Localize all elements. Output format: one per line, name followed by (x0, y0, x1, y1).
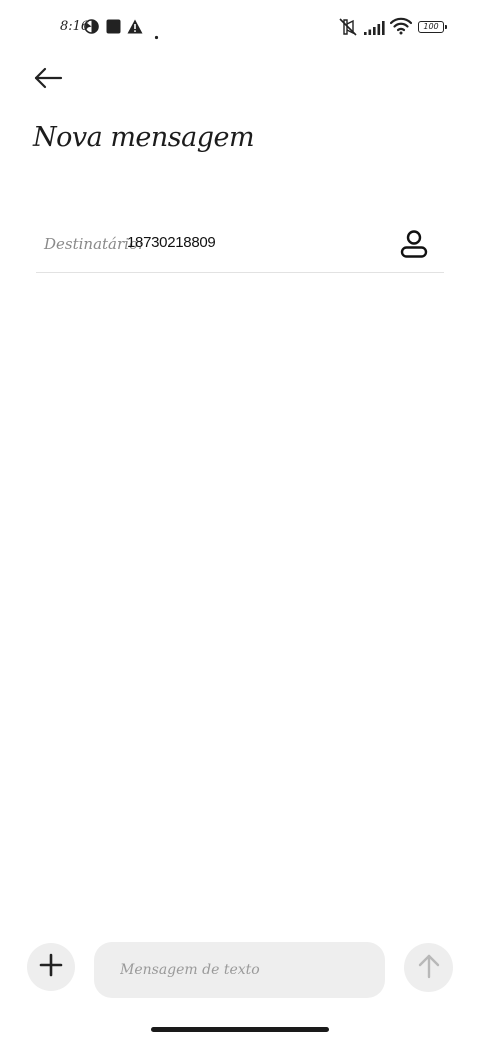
recipient-value[interactable]: 18730218809 (127, 234, 216, 251)
send-button[interactable] (404, 943, 453, 992)
person-icon (398, 230, 430, 264)
new-message-screen: 8:16 100 Nova mensagem Destinatário: 187… (0, 0, 480, 1040)
battery-icon: 100 (418, 21, 447, 33)
contact-picker-button[interactable] (398, 228, 430, 260)
warning-icon (127, 19, 143, 38)
status-bar: 8:16 100 (0, 14, 480, 42)
dot-icon (154, 25, 159, 44)
back-button[interactable] (30, 64, 66, 96)
recipient-field[interactable]: Destinatário: 18730218809 (36, 218, 444, 273)
signal-icon (364, 20, 386, 39)
attach-button[interactable] (27, 943, 75, 991)
stop-icon (106, 19, 121, 38)
mute-icon (338, 17, 358, 41)
page-title: Nova mensagem (33, 122, 255, 153)
message-input[interactable] (94, 942, 385, 998)
arrow-up-icon (417, 953, 441, 983)
theme-icon (84, 19, 99, 38)
arrow-left-icon (33, 67, 63, 93)
wifi-icon (389, 17, 413, 39)
plus-icon (39, 953, 63, 981)
home-indicator[interactable] (151, 1027, 329, 1032)
